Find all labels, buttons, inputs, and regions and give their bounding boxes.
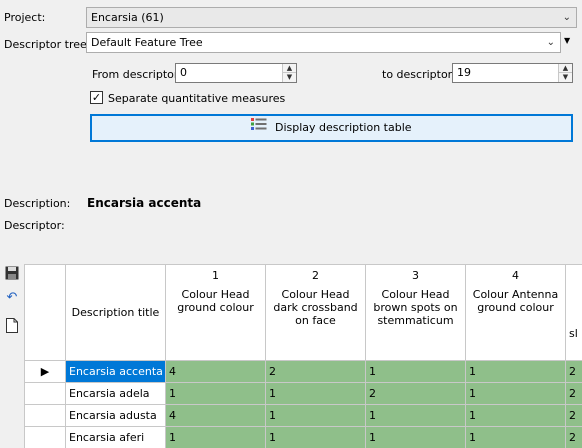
table-row[interactable]: ▶ Encarsia accenta 4 2 1 1 2: [24, 360, 582, 383]
spin-down-icon[interactable]: ▼: [283, 73, 296, 82]
row-selector[interactable]: [24, 426, 66, 448]
corner-header[interactable]: [24, 264, 66, 361]
project-value: Encarsia (61): [91, 11, 164, 24]
table-cell[interactable]: 4: [165, 404, 266, 427]
column-header-4[interactable]: 4 Colour Antenna ground colour: [465, 264, 566, 361]
column-name: sl: [569, 327, 578, 340]
column-header-2[interactable]: 2 Colour Head dark crossband on face: [265, 264, 366, 361]
row-title[interactable]: Encarsia adela: [65, 382, 166, 405]
description-table[interactable]: Description title 1 Colour Head ground c…: [24, 264, 582, 448]
descriptor-label: Descriptor:: [4, 219, 65, 232]
table-cell[interactable]: 1: [365, 426, 466, 448]
column-name: Colour Head ground colour: [177, 288, 254, 314]
chevron-down-icon[interactable]: ⌄: [563, 11, 571, 24]
display-button-label: Display description table: [274, 121, 412, 134]
table-cell[interactable]: 1: [465, 360, 566, 383]
from-descriptor-label: From descriptor:: [92, 68, 182, 81]
table-cell[interactable]: 1: [365, 404, 466, 427]
column-name: Colour Head brown spots on stemmaticum: [373, 288, 458, 327]
project-combobox[interactable]: Encarsia (61) ⌄: [86, 7, 577, 28]
dropdown-arrow-icon[interactable]: ▼: [564, 36, 570, 45]
display-description-table-button[interactable]: Display description table: [90, 114, 573, 142]
table-cell[interactable]: 1: [165, 382, 266, 405]
spin-down-icon[interactable]: ▼: [559, 73, 572, 82]
spin-up-icon[interactable]: ▲: [559, 64, 572, 73]
table-row[interactable]: Encarsia adela 1 1 2 1 2: [24, 382, 582, 405]
table-cell[interactable]: 1: [265, 404, 366, 427]
column-number: 4: [512, 269, 519, 282]
to-descriptor-stepper[interactable]: 19 ▲ ▼: [452, 63, 573, 83]
row-selector[interactable]: [24, 404, 66, 427]
column-number: [569, 269, 582, 282]
project-label: Project:: [4, 11, 46, 24]
table-cell[interactable]: 2: [565, 404, 582, 427]
descriptor-tree-value: Default Feature Tree: [91, 36, 203, 49]
table-cell[interactable]: 1: [265, 426, 366, 448]
table-cell[interactable]: 4: [165, 360, 266, 383]
descriptor-tree-combobox[interactable]: Default Feature Tree ⌄: [86, 32, 561, 53]
column-name: Colour Head dark crossband on face: [273, 288, 358, 327]
table-cell[interactable]: 2: [365, 382, 466, 405]
spin-up-icon[interactable]: ▲: [283, 64, 296, 73]
row-title[interactable]: Encarsia aferi: [65, 426, 166, 448]
separate-quantitative-checkbox[interactable]: ✓: [90, 91, 103, 104]
table-cell[interactable]: 2: [565, 382, 582, 405]
description-label: Description:: [4, 197, 71, 210]
column-number: 2: [312, 269, 319, 282]
undo-icon[interactable]: ↶: [4, 290, 20, 306]
table-cell[interactable]: 1: [465, 382, 566, 405]
table-row[interactable]: Encarsia aferi 1 1 1 1 2: [24, 426, 582, 448]
row-title[interactable]: Encarsia adusta: [65, 404, 166, 427]
from-descriptor-stepper[interactable]: 0 ▲ ▼: [175, 63, 297, 83]
separate-quantitative-label: Separate quantitative measures: [108, 92, 286, 105]
description-value: Encarsia accenta: [87, 196, 202, 210]
to-descriptor-label: to descriptor:: [382, 68, 456, 81]
column-name: Colour Antenna ground colour: [472, 288, 559, 314]
from-descriptor-value: 0: [180, 66, 187, 79]
table-cell[interactable]: 2: [565, 360, 582, 383]
table-cell[interactable]: 2: [265, 360, 366, 383]
column-header-5[interactable]: sl: [565, 264, 582, 361]
table-cell[interactable]: 1: [165, 426, 266, 448]
column-header-title[interactable]: Description title: [65, 264, 166, 361]
descriptor-tree-label: Descriptor tree:: [4, 38, 91, 51]
table-row[interactable]: Encarsia adusta 4 1 1 1 2: [24, 404, 582, 427]
row-selector[interactable]: [24, 382, 66, 405]
row-selector-current[interactable]: ▶: [24, 360, 66, 383]
chevron-down-icon[interactable]: ⌄: [547, 36, 555, 49]
table-cell[interactable]: 2: [565, 426, 582, 448]
column-header-3[interactable]: 3 Colour Head brown spots on stemmaticum: [365, 264, 466, 361]
save-icon[interactable]: [4, 266, 20, 282]
column-number: 1: [212, 269, 219, 282]
column-number: 3: [412, 269, 419, 282]
to-descriptor-value: 19: [457, 66, 471, 79]
table-cell[interactable]: 1: [365, 360, 466, 383]
new-document-icon[interactable]: [4, 318, 20, 334]
table-cell[interactable]: 1: [265, 382, 366, 405]
table-cell[interactable]: 1: [465, 426, 566, 448]
table-cell[interactable]: 1: [465, 404, 566, 427]
column-header-1[interactable]: 1 Colour Head ground colour: [165, 264, 266, 361]
grid-icon: [251, 116, 267, 140]
row-title[interactable]: Encarsia accenta: [65, 360, 166, 383]
